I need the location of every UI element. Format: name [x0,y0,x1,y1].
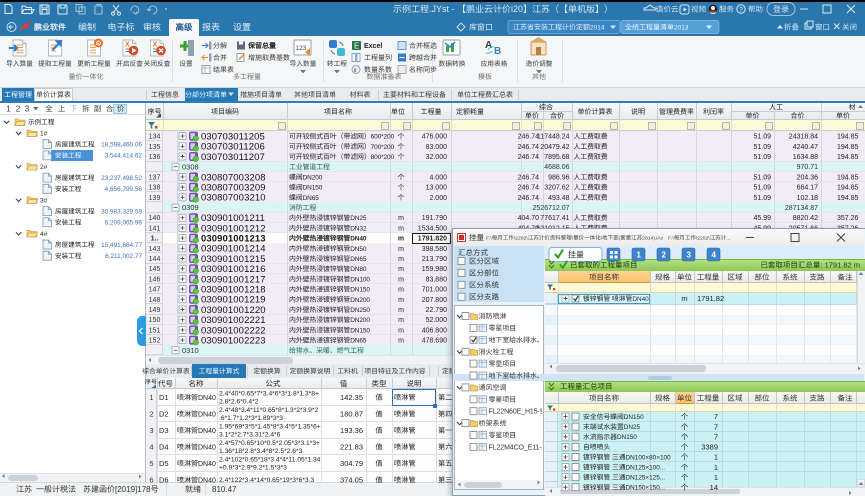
svg-text:2014).iAz: 2014).iAz [642,236,664,242]
svg-text:...: ... [549,444,555,451]
svg-text:\2202\: \2202\ [514,236,528,242]
svg-text:DN125×125...: DN125×125... [626,475,666,482]
svg-text:3: 3 [687,251,692,260]
svg-text:\: \ [572,236,574,242]
svg-text:m: m [681,294,687,303]
svg-text:...: ... [726,236,730,242]
svg-text:DN40: DN40 [632,296,649,303]
svg-text:F:\: F:\ [668,236,674,242]
svg-text:14: 14 [710,483,718,492]
svg-text:DN125×100...: DN125×100... [626,465,666,472]
svg-text:FL22M4CO_E11-: FL22M4CO_E11- [489,444,543,451]
svg-text:\2202\: \2202\ [696,236,710,242]
svg-text:2: 2 [662,251,667,260]
svg-text:(: ( [619,236,621,242]
svg-text:3389: 3389 [701,443,718,452]
svg-text:7: 7 [714,432,718,441]
svg-text:4: 4 [712,251,717,260]
svg-text:DN25: DN25 [624,424,641,431]
svg-text:1791.82: 1791.82 [697,294,724,303]
svg-text:: 1791.82 m: : 1791.82 m [820,261,860,270]
svg-text:DN150×150...: DN150×150... [626,485,666,492]
svg-text:1: 1 [714,463,718,472]
svg-text:1: 1 [714,473,718,482]
svg-text:FL22N60E_H15-: FL22N60E_H15- [489,409,541,416]
svg-text:DN150: DN150 [624,414,644,421]
svg-text:7: 7 [714,412,718,421]
svg-text:F:\: F:\ [486,236,492,242]
svg-text:1: 1 [637,251,642,260]
svg-text:1: 1 [714,453,718,462]
svg-text:DN150: DN150 [617,434,637,441]
svg-text:7: 7 [714,422,718,431]
svg-text:DN100×80×100: DN100×80×100 [626,454,671,461]
